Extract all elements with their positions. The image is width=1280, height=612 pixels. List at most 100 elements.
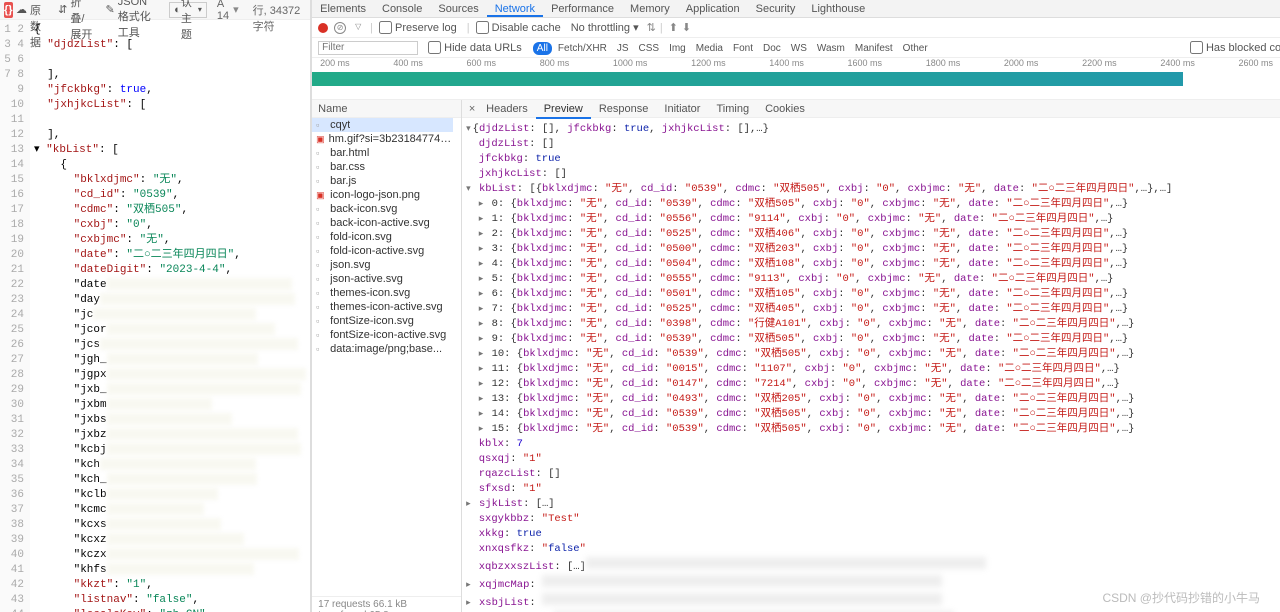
file-icon: ▫ — [316, 162, 326, 172]
network-status-bar: 17 requests 66.1 kB transferred 65.8 — [312, 596, 461, 612]
filter-type-all[interactable]: All — [533, 42, 552, 55]
request-row[interactable]: ▫back-icon.svg — [312, 202, 461, 216]
request-name: json.svg — [330, 259, 370, 271]
request-row[interactable]: ▫bar.js — [312, 174, 461, 188]
disable-cache-checkbox[interactable] — [476, 21, 489, 34]
request-row[interactable]: ▫ bar.css — [312, 160, 461, 174]
devtools-tab-sources[interactable]: Sources — [430, 0, 486, 17]
request-row[interactable]: ▫ json.svg — [312, 258, 461, 272]
request-row[interactable]: ▫json-active.svg — [312, 272, 461, 286]
file-icon: ▫ — [316, 316, 326, 326]
filter-type-other[interactable]: Other — [899, 42, 932, 55]
filter-type-font[interactable]: Font — [729, 42, 757, 55]
file-icon: ▣ — [316, 134, 325, 144]
upload-icon[interactable]: ⬆ — [669, 21, 678, 34]
request-row[interactable]: ▫ fontSize-icon-active.svg — [312, 328, 461, 342]
preview-panel: × HeadersPreviewResponseInitiatorTimingC… — [462, 100, 1280, 612]
request-name: bar.html — [330, 147, 369, 159]
devtools-tab-security[interactable]: Security — [748, 0, 804, 17]
throttling-select[interactable]: No throttling ▾ — [571, 21, 639, 34]
file-icon: ▫ — [316, 218, 326, 228]
network-body: Name ▫cqyt▣hm.gif?si=3b231847743b9335bfa… — [312, 100, 1280, 612]
devtools-tab-application[interactable]: Application — [678, 0, 748, 17]
file-icon: ▫ — [316, 344, 326, 354]
request-row[interactable]: ▫themes-icon-active.svg — [312, 300, 461, 314]
timeline-bar — [312, 72, 1280, 86]
preview-tab-cookies[interactable]: Cookies — [757, 101, 813, 117]
devtools-tab-console[interactable]: Console — [374, 0, 430, 17]
request-row[interactable]: ▫ data:image/png;base... — [312, 342, 461, 356]
filter-type-js[interactable]: JS — [613, 42, 633, 55]
devtools-tab-elements[interactable]: Elements — [312, 0, 374, 17]
filter-type-manifest[interactable]: Manifest — [851, 42, 897, 55]
filter-type-doc[interactable]: Doc — [759, 42, 785, 55]
disable-cache-label: Disable cache — [492, 22, 561, 34]
devtools-tab-network[interactable]: Network — [487, 0, 543, 17]
preserve-log-checkbox[interactable] — [379, 21, 392, 34]
watermark: CSDN @抄代码抄错的小牛马 — [1102, 589, 1260, 606]
hide-data-urls-checkbox[interactable] — [428, 41, 441, 54]
file-icon: ▫ — [316, 260, 326, 270]
preview-tab-headers[interactable]: Headers — [478, 101, 536, 117]
record-icon[interactable] — [318, 23, 328, 33]
filter-type-img[interactable]: Img — [665, 42, 690, 55]
request-name: data:image/png;base... — [330, 343, 442, 355]
request-row[interactable]: ▫ fontSize-icon.svg — [312, 314, 461, 328]
download-icon[interactable]: ⬇ — [682, 21, 691, 34]
filter-type-wasm[interactable]: Wasm — [813, 42, 849, 55]
filter-toggle-icon[interactable]: ▽ — [352, 22, 364, 34]
file-icon: ▫ — [316, 232, 326, 242]
filter-type-css[interactable]: CSS — [635, 42, 664, 55]
hide-data-urls-label: Hide data URLs — [444, 42, 522, 54]
request-name: fold-icon.svg — [330, 231, 392, 243]
request-name: fontSize-icon-active.svg — [330, 329, 446, 341]
json-editor-pane: {} ☁显示原数据 ⇵全部折叠/展开 ✎打开JSON格式化工具 ◐默认主题▾ A… — [0, 0, 311, 612]
network-timeline[interactable]: 200 ms400 ms600 ms800 ms1000 ms1200 ms14… — [312, 58, 1280, 100]
request-row[interactable]: ▫ themes-icon.svg — [312, 286, 461, 300]
file-icon: ▫ — [316, 204, 326, 214]
preview-tab-initiator[interactable]: Initiator — [656, 101, 708, 117]
filter-input[interactable] — [318, 41, 418, 55]
theme-dropdown[interactable]: ◐默认主题▾ — [169, 2, 207, 18]
preview-body[interactable]: ▾{djdzList: [], jfckbkg: true, jxhjkcLis… — [462, 118, 1280, 612]
name-column-header[interactable]: Name — [312, 100, 461, 118]
request-row[interactable]: ▫back-icon-active.svg — [312, 216, 461, 230]
preview-tab-timing[interactable]: Timing — [708, 101, 757, 117]
request-name: bar.js — [330, 175, 356, 187]
code-body[interactable]: { "djdzList": [ ], "jfckbkg": true, "jxh… — [30, 20, 310, 612]
file-icon: ▫ — [316, 274, 326, 284]
devtools-tab-performance[interactable]: Performance — [543, 0, 622, 17]
request-name: bar.css — [330, 161, 365, 173]
devtools-tab-lighthouse[interactable]: Lighthouse — [803, 0, 873, 17]
preview-tab-response[interactable]: Response — [591, 101, 657, 117]
request-row[interactable]: ▫ fold-icon.svg — [312, 230, 461, 244]
preserve-log-label: Preserve log — [395, 22, 457, 34]
file-icon: ▫ — [316, 288, 326, 298]
line-gutter: 1 2 3 4 5 6 7 8 9 10 11 12 13 14 15 16 1… — [0, 20, 30, 612]
request-row[interactable]: ▫fold-icon-active.svg — [312, 244, 461, 258]
wifi-icon[interactable]: ⇅ — [647, 21, 656, 34]
request-row[interactable]: ▣icon-logo-json.png — [312, 188, 461, 202]
filter-type-ws[interactable]: WS — [787, 42, 811, 55]
file-icon: ▫ — [316, 330, 326, 340]
filter-type-fetchxhr[interactable]: Fetch/XHR — [554, 42, 611, 55]
request-row[interactable]: ▫cqyt — [312, 118, 453, 132]
json-logo-icon: {} — [4, 2, 13, 18]
code-area: 1 2 3 4 5 6 7 8 9 10 11 12 13 14 15 16 1… — [0, 20, 310, 612]
request-row[interactable]: ▫bar.html — [312, 146, 461, 160]
devtools-tab-memory[interactable]: Memory — [622, 0, 678, 17]
close-preview-button[interactable]: × — [466, 103, 478, 115]
filter-type-media[interactable]: Media — [692, 42, 727, 55]
request-row[interactable]: ▣hm.gif?si=3b231847743b9335bfaccd... — [312, 132, 461, 146]
request-name: icon-logo-json.png — [330, 189, 420, 201]
request-list: Name ▫cqyt▣hm.gif?si=3b231847743b9335bfa… — [312, 100, 462, 612]
request-name: fontSize-icon.svg — [330, 315, 414, 327]
preview-tab-preview[interactable]: Preview — [536, 101, 591, 119]
preview-tabs: × HeadersPreviewResponseInitiatorTimingC… — [462, 100, 1280, 118]
blocked-cookies-checkbox[interactable] — [1190, 41, 1203, 54]
clear-icon[interactable]: ⊘ — [334, 22, 346, 34]
request-name: themes-icon.svg — [330, 287, 410, 299]
file-icon: ▫ — [316, 302, 326, 312]
editor-toolbar: {} ☁显示原数据 ⇵全部折叠/展开 ✎打开JSON格式化工具 ◐默认主题▾ A… — [0, 0, 310, 20]
request-name: cqyt — [330, 119, 350, 131]
